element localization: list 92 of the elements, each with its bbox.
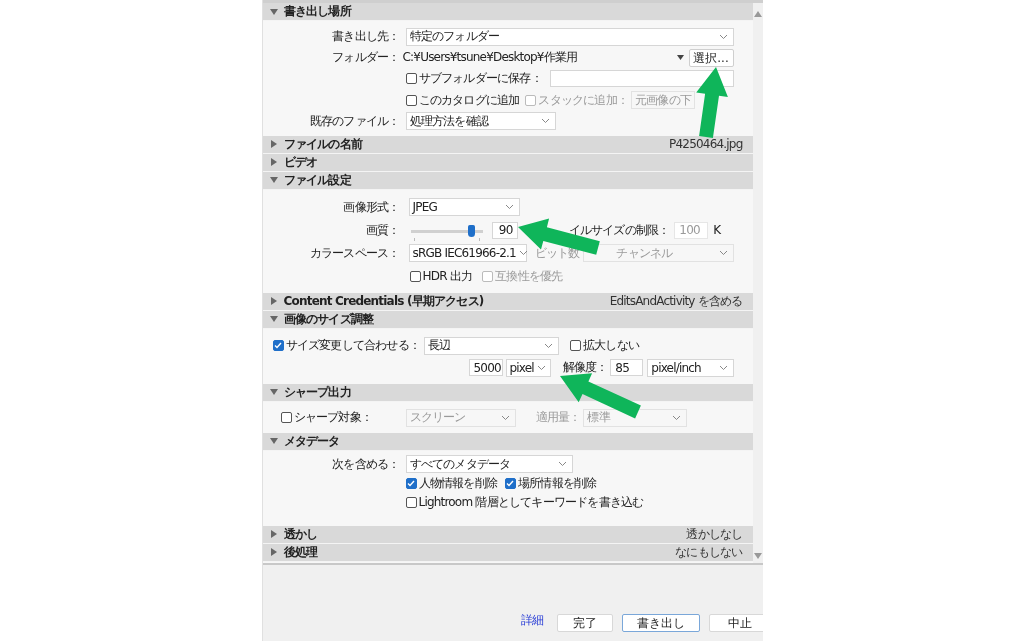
checkbox-label: 拡大しない <box>582 337 639 355</box>
section-summary: P4250464.jpg <box>669 137 743 152</box>
field-label: 次を含める： <box>331 455 401 473</box>
section-header[interactable]: メタデータ <box>262 432 753 451</box>
tick-mark <box>478 238 480 242</box>
checkbox[interactable] <box>569 340 581 352</box>
field-label: 画質： <box>364 221 401 239</box>
dialog-button[interactable]: 完了 <box>556 614 613 632</box>
field-label: 書き出し先： <box>331 28 401 46</box>
folder-path: C:¥Users¥tsune¥Desktop¥作業用 <box>402 49 579 67</box>
checkbox[interactable] <box>405 477 417 489</box>
chevron-icon <box>557 461 567 468</box>
section-title: Content Credentials (早期アクセス) <box>283 292 484 310</box>
chevron-icon <box>540 118 550 125</box>
section-title: ファイル設定 <box>283 171 351 189</box>
scroll-up-icon[interactable] <box>753 11 762 17</box>
chevron-icon <box>504 204 514 211</box>
tick-mark <box>413 238 415 242</box>
check-icon <box>274 342 282 350</box>
check-icon <box>506 479 515 487</box>
section-header[interactable]: Content Credentials (早期アクセス) EditsAndActivity を含める <box>262 292 753 311</box>
chevron-icon <box>518 250 528 257</box>
checkbox-label: サイズ変更して合わせる： <box>285 337 420 355</box>
checkbox-label: HDR 出力 <box>422 267 473 285</box>
input-field[interactable]: 85 <box>610 359 644 377</box>
dropdown[interactable]: 処理方法を確認 <box>405 112 556 131</box>
section-title: 画像のサイズ調整 <box>283 310 374 328</box>
chevron-icon <box>543 342 553 349</box>
checkbox-label: サブフォルダーに保存： <box>418 70 542 88</box>
details-link[interactable]: 詳細 <box>521 612 544 632</box>
field-label: カラースペース： <box>308 244 401 262</box>
annotation-arrow <box>696 67 728 138</box>
checkbox-label: 人物情報を削除 <box>418 474 497 492</box>
checkbox[interactable] <box>272 340 284 352</box>
input-field[interactable]: 5000 <box>468 359 503 377</box>
dropdown-caret-icon <box>676 55 684 61</box>
checkbox-label: スタックに追加： <box>538 91 628 109</box>
section-title: 後処理 <box>283 543 318 561</box>
slider-thumb[interactable] <box>467 225 475 238</box>
checkbox[interactable] <box>504 477 516 489</box>
dropdown[interactable]: pixel/inch <box>647 358 734 377</box>
checkbox[interactable] <box>409 270 421 282</box>
field-label: 適用量： <box>535 409 581 427</box>
scrollbar[interactable] <box>752 3 763 563</box>
checkbox-label: 場所情報を削除 <box>517 474 597 492</box>
checkbox-label: シャープ対象： <box>293 409 372 427</box>
section-title: 透かし <box>283 525 318 543</box>
dialog-button[interactable]: 書き出し <box>621 614 700 632</box>
section-title: 書き出し場所 <box>283 3 351 20</box>
input-field[interactable]: 90 <box>491 221 518 239</box>
section-header[interactable]: 透かし 透かしなし <box>262 525 753 544</box>
checkbox-label: このカタログに追加 <box>418 91 520 109</box>
checkbox[interactable] <box>405 94 417 106</box>
chevron-icon <box>672 414 682 421</box>
section-header[interactable]: ファイルの名前 P4250464.jpg <box>262 135 753 154</box>
chevron-icon <box>500 414 510 421</box>
chevron-icon <box>718 33 728 40</box>
choose-button[interactable]: 選択... <box>688 48 734 67</box>
checkbox[interactable] <box>280 412 292 424</box>
checkbox[interactable] <box>405 73 417 85</box>
section-title: ファイルの名前 <box>283 135 362 153</box>
checkbox-label: 互換性を優先 <box>495 267 563 285</box>
dropdown[interactable]: JPEG <box>408 198 520 217</box>
checkbox-label: Lightroom 階層としてキーワードを書き込む <box>418 493 644 511</box>
section-header[interactable]: シャープ出力 <box>262 383 753 402</box>
check-icon <box>407 479 415 487</box>
section-summary: なにもしない <box>675 543 743 561</box>
chevron-icon <box>536 364 546 371</box>
field-label: 画像形式： <box>342 198 401 216</box>
section-summary: EditsAndActivity を含める <box>609 292 743 310</box>
input-field[interactable] <box>549 70 734 88</box>
chevron-icon <box>718 250 728 257</box>
field-label: イルサイズの制限： <box>568 221 670 239</box>
dropdown[interactable]: pixel <box>505 358 551 377</box>
section-title: ビデオ <box>283 153 318 171</box>
chevron-icon <box>718 364 728 371</box>
section-header[interactable]: 書き出し場所 <box>262 3 753 21</box>
field-label: フォルダー： <box>331 49 401 67</box>
field-label: 既存のファイル： <box>308 112 401 130</box>
dropdown[interactable]: 長辺 <box>423 336 559 355</box>
section-summary: 透かしなし <box>686 525 743 543</box>
dropdown[interactable]: すべてのメタデータ <box>405 455 573 474</box>
section-title: シャープ出力 <box>283 383 351 401</box>
dialog-button[interactable]: 中止 <box>708 614 763 632</box>
field-label: 解像度： <box>562 359 608 377</box>
scroll-down-icon[interactable] <box>753 553 762 559</box>
dropdown[interactable]: 特定のフォルダー <box>405 27 734 46</box>
checkbox[interactable] <box>405 496 417 508</box>
field-label: ビット数 <box>534 244 580 262</box>
unit-label: K <box>713 223 721 238</box>
section-title: メタデータ <box>283 432 340 450</box>
dropdown[interactable]: sRGB IEC61966-2.1 <box>408 244 527 263</box>
